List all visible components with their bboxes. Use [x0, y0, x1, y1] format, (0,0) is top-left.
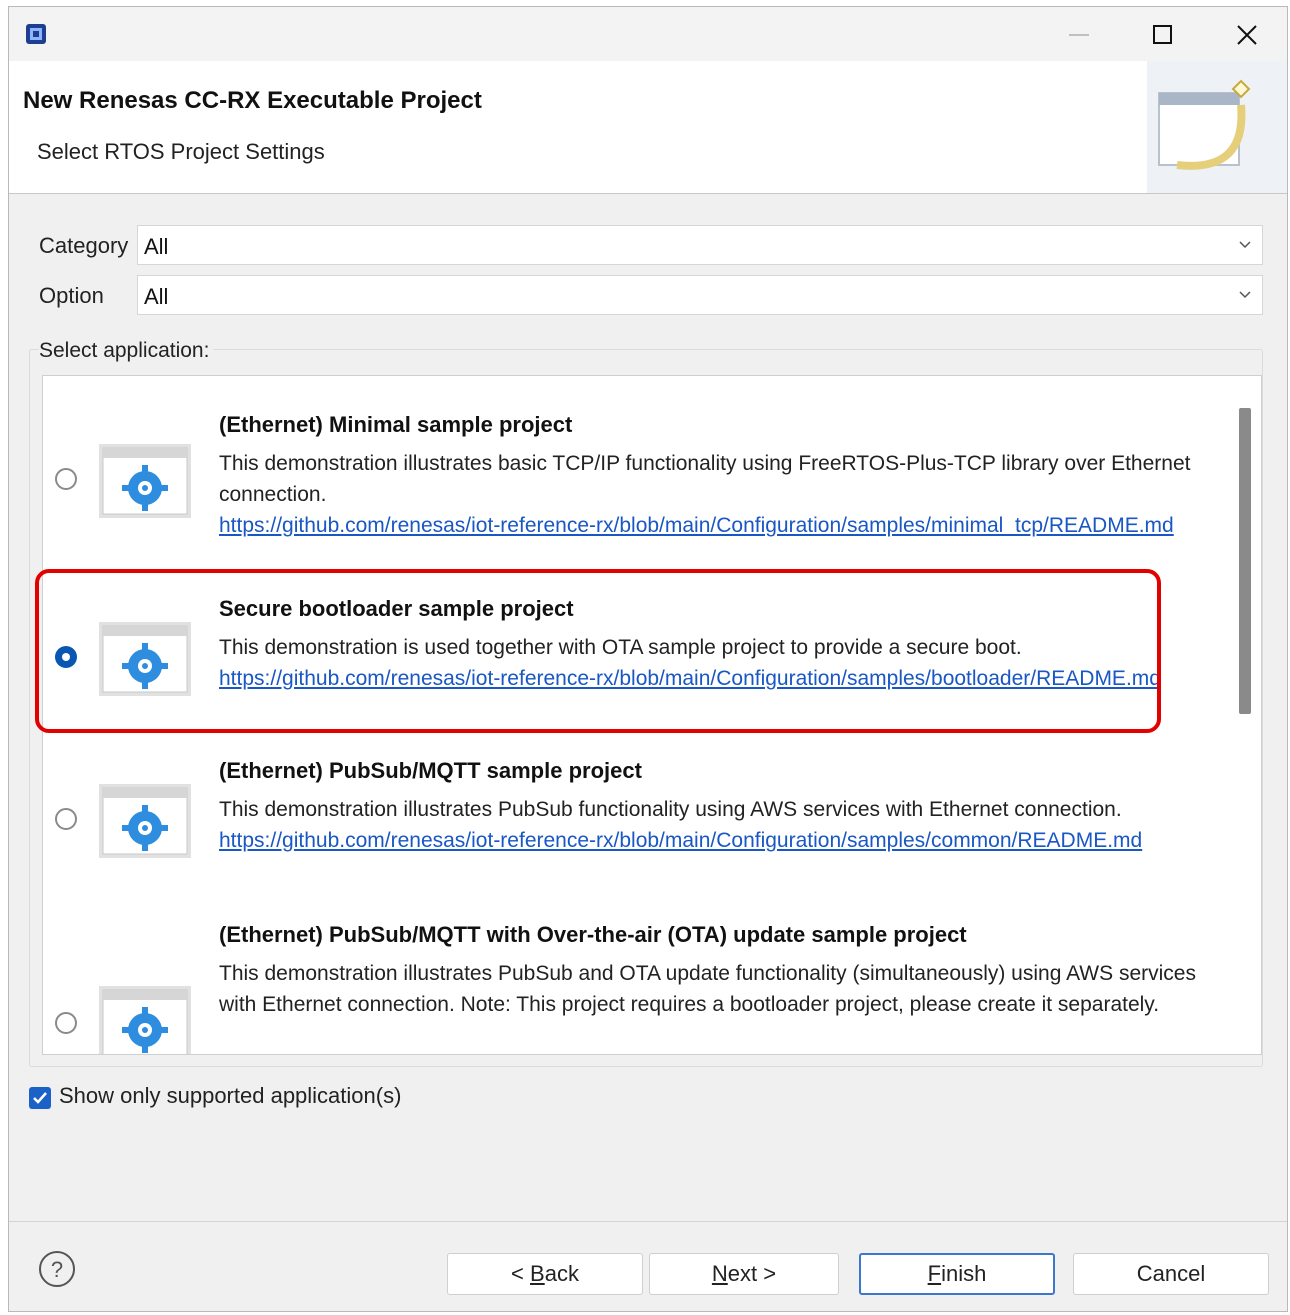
next-button[interactable]: Next > — [649, 1253, 839, 1295]
next-button-mnemonic: N — [711, 1261, 728, 1286]
chevron-down-icon — [1239, 291, 1251, 299]
select-application-label: Select application: — [39, 339, 214, 363]
svg-text:?: ? — [51, 1257, 63, 1282]
footer-divider — [9, 1221, 1287, 1222]
highlight-annotation — [35, 569, 1161, 733]
back-button[interactable]: < Back — [447, 1253, 643, 1295]
list-item[interactable]: (Ethernet) PubSub/MQTT with Over-the-air… — [43, 898, 1233, 1054]
wizard-banner-icon — [1147, 61, 1287, 193]
finish-button-mnemonic: F — [927, 1261, 942, 1286]
close-icon — [1237, 25, 1257, 45]
app-description: This demonstration illustrates PubSub an… — [219, 958, 1219, 1020]
app-title: (Ethernet) PubSub/MQTT with Over-the-air… — [219, 922, 967, 947]
chevron-down-icon — [1239, 241, 1251, 249]
gear-window-icon — [99, 986, 191, 1054]
dialog-window: New Renesas CC-RX Executable Project Sel… — [8, 6, 1288, 1312]
title-bar — [9, 7, 1287, 61]
category-value: All — [144, 234, 169, 259]
list-item[interactable]: (Ethernet) PubSub/MQTT sample project Th… — [43, 734, 1233, 894]
app-description: This demonstration illustrates basic TCP… — [219, 448, 1219, 541]
app-description-text: This demonstration illustrates PubSub an… — [219, 962, 1196, 1016]
minimize-icon — [1069, 34, 1089, 36]
option-select[interactable]: All — [137, 275, 1263, 315]
back-button-mnemonic: B — [530, 1261, 545, 1286]
app-description-text: This demonstration illustrates basic TCP… — [219, 452, 1191, 506]
gear-window-icon — [99, 784, 191, 858]
back-button-label: ack — [544, 1261, 579, 1286]
cancel-button[interactable]: Cancel — [1073, 1253, 1269, 1295]
next-button-label: ext > — [727, 1261, 777, 1286]
finish-button-label: inish — [941, 1261, 987, 1286]
show-supported-label[interactable]: Show only supported application(s) — [59, 1083, 401, 1109]
page-subtitle: Select RTOS Project Settings — [37, 139, 325, 164]
cancel-button-label: Cancel — [1136, 1261, 1206, 1286]
app-radio[interactable] — [55, 468, 77, 490]
app-readme-link[interactable]: https://github.com/renesas/iot-reference… — [219, 829, 1142, 852]
list-item[interactable]: (Ethernet) Minimal sample project This d… — [43, 376, 1233, 566]
maximize-icon — [1153, 25, 1172, 44]
checkmark-icon — [33, 1092, 47, 1104]
close-button[interactable] — [1217, 15, 1277, 55]
wizard-header: New Renesas CC-RX Executable Project Sel… — [9, 61, 1287, 194]
category-select[interactable]: All — [137, 225, 1263, 265]
maximize-button[interactable] — [1133, 15, 1193, 55]
app-description: This demonstration illustrates PubSub fu… — [219, 794, 1219, 856]
app-icon — [26, 24, 46, 44]
finish-button[interactable]: Finish — [859, 1253, 1055, 1295]
list-scrollbar-thumb[interactable] — [1239, 408, 1251, 714]
app-radio[interactable] — [55, 808, 77, 830]
app-readme-link[interactable]: https://github.com/renesas/iot-reference… — [219, 514, 1174, 537]
help-icon[interactable]: ? — [37, 1249, 77, 1289]
minimize-button[interactable] — [1049, 15, 1109, 55]
option-label: Option — [39, 283, 104, 308]
category-label: Category — [39, 233, 129, 258]
show-supported-checkbox[interactable] — [29, 1087, 51, 1109]
app-radio[interactable] — [55, 1012, 77, 1034]
page-title: New Renesas CC-RX Executable Project — [23, 87, 482, 114]
app-title: (Ethernet) Minimal sample project — [219, 412, 573, 437]
gear-window-icon — [99, 444, 191, 518]
app-description-text: This demonstration illustrates PubSub fu… — [219, 798, 1122, 821]
back-button-prefix: < — [511, 1261, 531, 1286]
option-value: All — [144, 284, 169, 309]
app-title: (Ethernet) PubSub/MQTT sample project — [219, 758, 642, 783]
